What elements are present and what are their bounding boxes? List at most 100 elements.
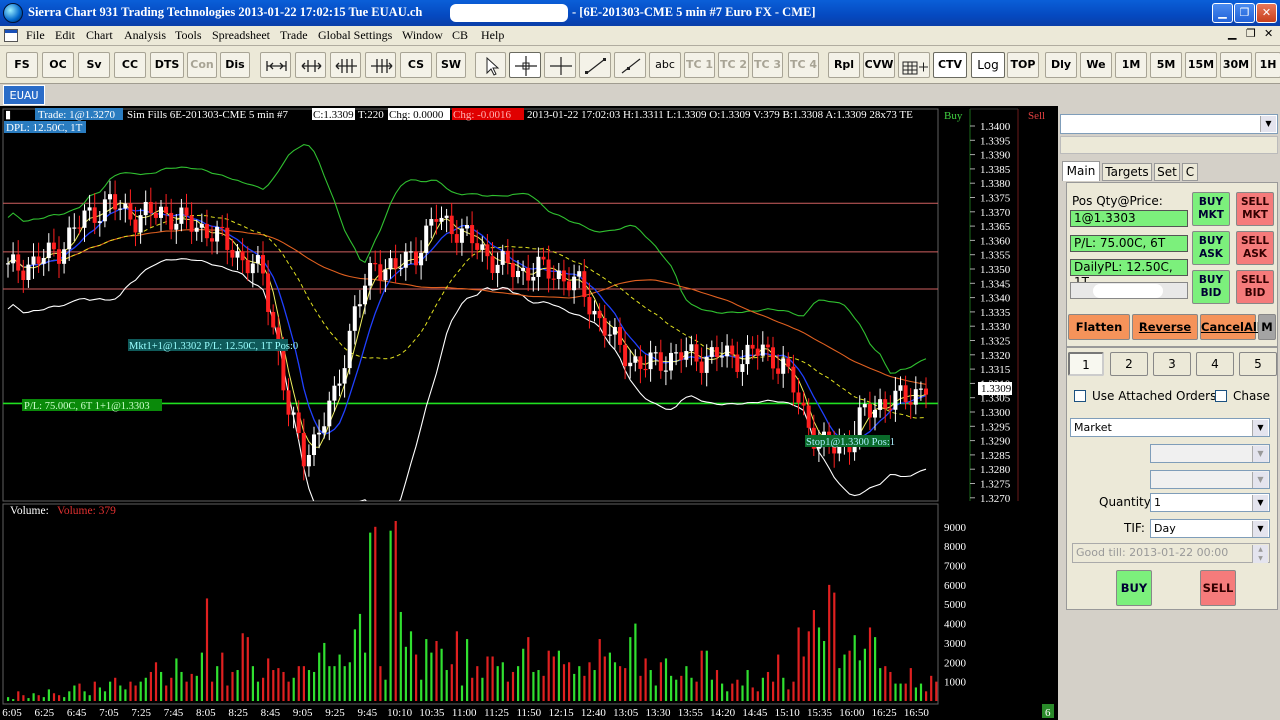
restore-icon[interactable]: ❐ <box>1234 3 1255 23</box>
dts-button[interactable]: DTS <box>150 52 184 78</box>
cancel-all-button[interactable]: CancelAll <box>1200 314 1261 340</box>
15m-button[interactable]: 15M <box>1185 52 1217 78</box>
menu-window[interactable]: Window <box>402 28 443 43</box>
app-globe-icon[interactable] <box>3 3 23 23</box>
mdi-minimize-icon[interactable]: ▁ <box>1228 27 1236 40</box>
cursor-tool-icon[interactable] <box>544 52 576 78</box>
good-till-down-icon[interactable]: ▼ <box>1252 554 1268 563</box>
use-attached-orders-checkbox[interactable] <box>1074 390 1086 402</box>
price-2-field[interactable]: ▼ <box>1150 470 1270 489</box>
buy-bid-button[interactable]: BUY BID <box>1192 270 1230 304</box>
child-window-icon[interactable] <box>4 29 18 42</box>
reverse-button[interactable]: Reverse <box>1132 314 1198 340</box>
scale-range-icon[interactable] <box>365 52 396 78</box>
menu-file[interactable]: File <box>26 28 45 43</box>
chart-canvas[interactable]: 6 1.3400 1.3395 1.3390 1.3385 1.3380 1.3375 1.… <box>0 106 1058 720</box>
chartbook-tab-euau[interactable]: EUAU <box>3 85 45 105</box>
buy-market-button[interactable]: BUY MKT <box>1192 192 1230 226</box>
5m-button[interactable]: 5M <box>1150 52 1182 78</box>
sell-market-button[interactable]: SELL MKT <box>1236 192 1274 226</box>
menu-cb[interactable]: CB <box>452 28 468 43</box>
tc4-button[interactable]: TC 4 <box>788 52 819 78</box>
daily-button[interactable]: Dly <box>1045 52 1077 78</box>
cc-button[interactable]: CC <box>114 52 146 78</box>
sv-button[interactable]: Sv <box>78 52 110 78</box>
oc-button[interactable]: OC <box>42 52 74 78</box>
price-1-arrow-icon[interactable]: ▼ <box>1252 446 1268 462</box>
menu-global-settings[interactable]: Global Settings <box>318 28 392 43</box>
position-pl-label[interactable]: P/L: 75.00C, 6T 1+1@1.3303 <box>24 401 150 412</box>
cs-button[interactable]: CS <box>400 52 432 78</box>
tif-select[interactable]: Day ▼ <box>1150 519 1270 538</box>
qty-preset-2[interactable]: 2 <box>1110 352 1148 376</box>
menu-analysis[interactable]: Analysis <box>124 28 166 43</box>
menu-trade[interactable]: Trade <box>280 28 308 43</box>
chase-checkbox[interactable] <box>1215 390 1227 402</box>
sw-button[interactable]: SW <box>436 52 466 78</box>
order-type-arrow-icon[interactable]: ▼ <box>1252 420 1268 436</box>
ray-tool-icon[interactable] <box>614 52 646 78</box>
minimize-icon[interactable]: ▁ <box>1212 3 1233 23</box>
1m-button[interactable]: 1M <box>1115 52 1147 78</box>
quantity-arrow-icon[interactable]: ▼ <box>1252 495 1268 511</box>
qty-preset-3[interactable]: 3 <box>1153 352 1191 376</box>
pointer-tool-icon[interactable] <box>475 52 506 78</box>
menu-tools[interactable]: Tools <box>175 28 202 43</box>
tif-arrow-icon[interactable]: ▼ <box>1252 521 1268 537</box>
scale-in-icon[interactable] <box>295 52 326 78</box>
flatten-button[interactable]: Flatten <box>1068 314 1130 340</box>
buy-ask-button[interactable]: BUY ASK <box>1192 231 1230 265</box>
m-button[interactable]: M <box>1258 314 1276 340</box>
good-till-field[interactable]: Good till: 2013-01-22 00:00 ▲ ▼ <box>1072 543 1270 563</box>
scale-bars-icon[interactable] <box>330 52 361 78</box>
mdi-restore-icon[interactable]: ❐ <box>1246 27 1256 40</box>
table-grid-icon[interactable] <box>898 52 930 78</box>
top-button[interactable]: TOP <box>1007 52 1039 78</box>
tab-set[interactable]: Set <box>1154 163 1180 181</box>
qty-preset-4[interactable]: 4 <box>1196 352 1234 376</box>
tab-main[interactable]: Main <box>1062 161 1100 181</box>
menu-chart[interactable]: Chart <box>86 28 113 43</box>
rpl-button[interactable]: Rpl <box>828 52 860 78</box>
qty-preset-1[interactable]: 1 <box>1068 352 1104 376</box>
menu-spreadsheet[interactable]: Spreadsheet <box>212 28 270 43</box>
buy-button[interactable]: BUY <box>1116 570 1152 606</box>
menu-help[interactable]: Help <box>481 28 504 43</box>
fs-button[interactable]: FS <box>6 52 38 78</box>
tc1-button[interactable]: TC 1 <box>684 52 715 78</box>
account-select[interactable]: ▼ <box>1060 114 1278 134</box>
shift-left-icon[interactable] <box>260 52 291 78</box>
sell-ask-button[interactable]: SELL ASK <box>1236 231 1274 265</box>
price-chart[interactable]: 6 1.3400 1.3395 1.3390 1.3385 1.3380 1.3375 1.… <box>0 106 1058 720</box>
log-button[interactable]: Log <box>971 52 1005 78</box>
tc3-button[interactable]: TC 3 <box>752 52 783 78</box>
qty-preset-5[interactable]: 5 <box>1239 352 1277 376</box>
dropdown-arrow-icon[interactable]: ▼ <box>1260 116 1276 132</box>
good-till-up-icon[interactable]: ▲ <box>1252 545 1268 554</box>
ctv-button[interactable]: CTV <box>933 52 967 78</box>
tab-targets[interactable]: Targets <box>1102 163 1152 181</box>
menu-edit[interactable]: Edit <box>55 28 75 43</box>
mdi-close-icon[interactable]: ✕ <box>1264 27 1273 40</box>
stop-order-label[interactable]: Stop1@1.3300 Pos:1 <box>806 437 895 448</box>
text-tool-button[interactable]: abc <box>649 52 681 78</box>
dis-button[interactable]: Dis <box>220 52 250 78</box>
cvw-button[interactable]: CVW <box>863 52 895 78</box>
order-type-select[interactable]: Market ▼ <box>1070 418 1270 437</box>
quantity-field[interactable]: 1 ▼ <box>1150 493 1270 512</box>
price-2-arrow-icon[interactable]: ▼ <box>1252 472 1268 488</box>
1h-button[interactable]: 1H <box>1255 52 1280 78</box>
sell-button[interactable]: SELL <box>1200 570 1236 606</box>
close-icon[interactable]: ✕ <box>1256 3 1277 23</box>
con-button[interactable]: Con <box>187 52 217 78</box>
line-tool-icon[interactable] <box>579 52 611 78</box>
title-bar[interactable]: Sierra Chart 931 Trading Technologies 20… <box>0 0 1280 26</box>
tc2-button[interactable]: TC 2 <box>718 52 749 78</box>
crosshair-tool-icon[interactable] <box>509 52 541 78</box>
tab-c[interactable]: C <box>1182 163 1198 181</box>
sell-bid-button[interactable]: SELL BID <box>1236 270 1274 304</box>
30m-button[interactable]: 30M <box>1220 52 1252 78</box>
price-1-field[interactable]: ▼ <box>1150 444 1270 463</box>
mkt-order-label[interactable]: Mkt1+1@1.3302 P/L: 12.50C, 1T Pos:0 <box>129 341 298 352</box>
weekly-button[interactable]: We <box>1080 52 1112 78</box>
